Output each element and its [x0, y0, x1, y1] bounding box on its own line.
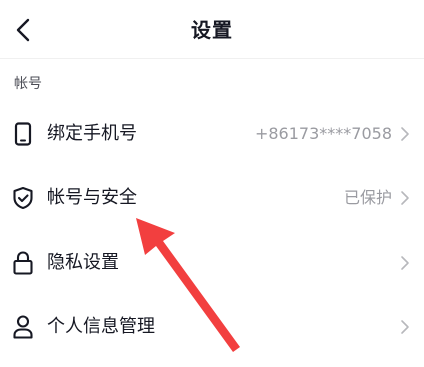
chevron-right-icon — [401, 320, 409, 334]
header-divider — [0, 58, 424, 59]
row-account-security[interactable]: 帐号与安全 已保护 — [0, 166, 424, 230]
row-value-protected-status: 已保护 — [343, 188, 392, 207]
person-icon — [10, 314, 36, 340]
shield-check-icon — [10, 185, 36, 211]
chevron-right-icon — [401, 256, 409, 270]
row-label-account-security: 帐号与安全 — [47, 187, 137, 208]
row-value-phone-number: +86173****7058 — [254, 124, 392, 143]
row-privacy-settings[interactable]: 隐私设置 — [0, 231, 424, 295]
section-label-account: 帐号 — [14, 76, 42, 92]
row-personal-info[interactable]: 个人信息管理 — [0, 295, 424, 359]
page-title: 设置 — [191, 18, 233, 42]
row-label-personal-info: 个人信息管理 — [47, 316, 155, 337]
chevron-right-icon — [401, 127, 409, 141]
row-label-privacy-settings: 隐私设置 — [47, 252, 119, 273]
phone-icon — [10, 121, 36, 147]
row-label-bind-phone: 绑定手机号 — [47, 123, 137, 144]
lock-icon — [10, 250, 36, 276]
nav-bar: 设置 — [0, 0, 424, 58]
chevron-right-icon — [401, 191, 409, 205]
row-bind-phone[interactable]: 绑定手机号 +86173****7058 — [0, 102, 424, 166]
